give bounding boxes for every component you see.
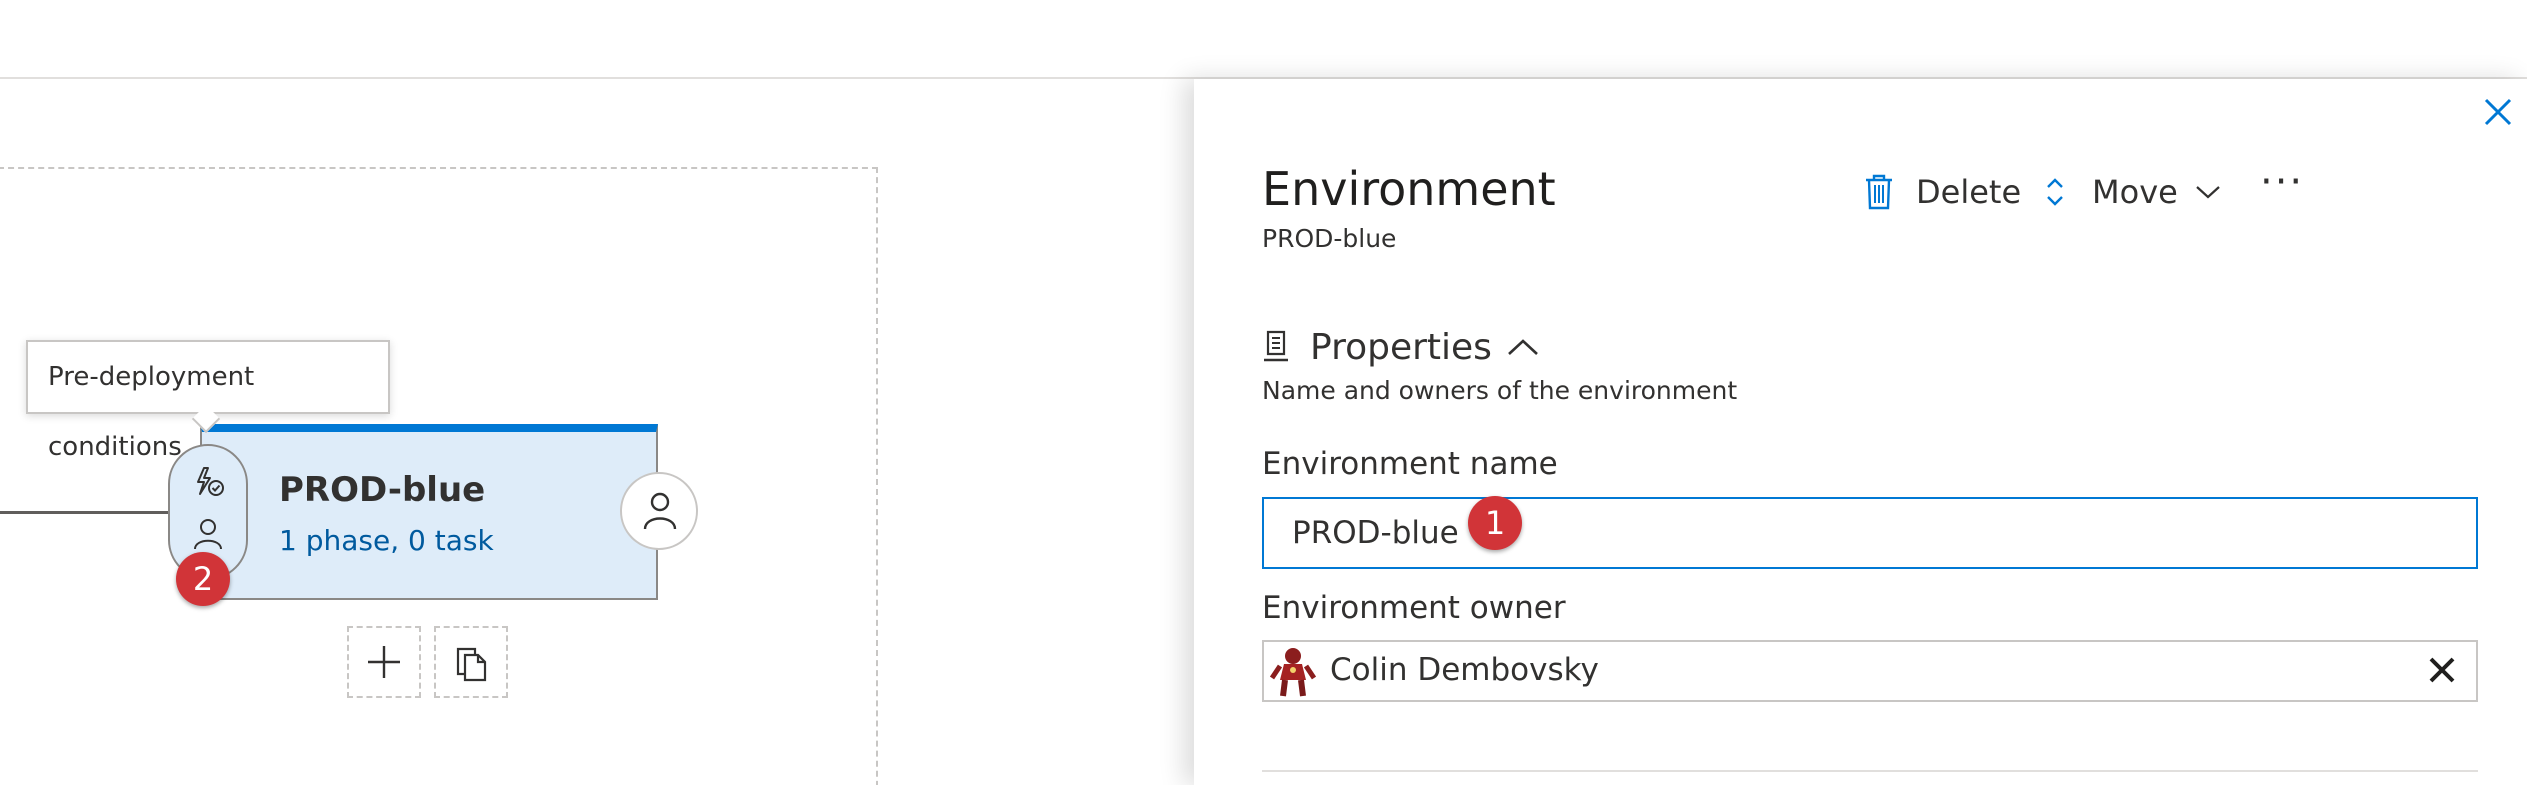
panel-subtitle: PROD-blue [1262, 224, 1397, 253]
environment-card-title[interactable]: PROD-blue [279, 470, 485, 510]
owner-name: Colin Dembovsky [1330, 652, 1599, 688]
clone-icon [456, 647, 487, 682]
environment-owner-label: Environment owner [1262, 590, 1566, 626]
chevron-up-icon[interactable] [1506, 336, 1540, 358]
delete-button[interactable]: Delete [1864, 170, 2021, 214]
environment-card-summary-link[interactable]: 1 phase, 0 task [279, 524, 494, 557]
clear-x-icon[interactable] [2424, 652, 2460, 688]
person-icon [643, 492, 677, 530]
properties-section-header[interactable]: Properties [1262, 322, 1540, 372]
step-badge-1: 1 [1468, 496, 1522, 550]
stage-connector-line [0, 511, 170, 514]
step-badge-2: 2 [176, 552, 230, 606]
properties-icon [1264, 330, 1288, 362]
pre-deployment-tooltip: Pre-deployment conditions [26, 340, 390, 462]
trash-icon [1866, 174, 1892, 210]
more-actions-button[interactable]: ··· [2260, 159, 2304, 205]
environment-name-label: Environment name [1262, 446, 1558, 482]
section-divider [1262, 770, 2478, 772]
lightning-check-icon [197, 467, 224, 496]
add-environment-button[interactable] [347, 626, 421, 698]
avatar [1266, 644, 1320, 698]
release-pipeline-editor: PROD-blue 1 phase, 0 task 2 Pre-deployme… [0, 0, 2527, 785]
environment-name-input[interactable] [1262, 497, 2478, 569]
post-deployment-approvers-button[interactable] [620, 472, 698, 550]
properties-description: Name and owners of the environment [1262, 376, 1738, 405]
plus-icon [368, 646, 400, 678]
delete-label: Delete [1916, 173, 2022, 211]
close-icon[interactable] [2478, 92, 2518, 132]
panel-title: Environment [1262, 162, 1556, 216]
clone-environment-button[interactable] [434, 626, 508, 698]
person-icon [194, 519, 222, 550]
properties-heading: Properties [1310, 326, 1492, 368]
up-down-arrow-icon [2047, 178, 2063, 206]
move-button[interactable]: Move [2044, 170, 2222, 214]
environment-card[interactable] [200, 424, 658, 600]
move-label: Move [2092, 173, 2178, 211]
chevron-down-icon [2196, 186, 2220, 199]
